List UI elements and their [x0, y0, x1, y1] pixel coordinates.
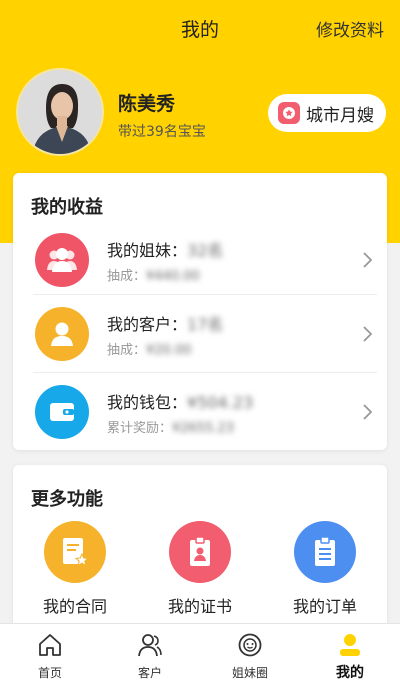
- group-icon: [35, 233, 89, 287]
- certificate-icon: [169, 521, 231, 583]
- tab-home-label: 首页: [37, 666, 62, 680]
- my-certificate-label: 我的证书: [167, 597, 232, 616]
- chevron-right-icon: [363, 326, 373, 342]
- badge-icon: [278, 102, 300, 124]
- commission-label: 抽成：: [107, 343, 147, 358]
- tab-customers[interactable]: 客户: [100, 624, 200, 685]
- tab-sisters-circle-label: 姐妹圈: [231, 666, 268, 680]
- babies-count: 带过39名宝宝: [118, 124, 206, 140]
- person-icon: [35, 307, 89, 361]
- customers-count: 17名: [187, 315, 224, 334]
- sisters-circle-icon: [238, 633, 262, 657]
- income-card: 我的收益 我的姐妹：32名 抽成：¥440.00 我的客户：17名 抽成：¥20…: [13, 173, 387, 450]
- tab-sisters-circle[interactable]: 姐妹圈: [200, 624, 300, 685]
- my-orders-button[interactable]: 我的订单: [275, 521, 375, 617]
- top-bar: 我的 修改资料: [0, 0, 400, 56]
- my-certificate-button[interactable]: 我的证书: [150, 521, 250, 617]
- wallet-label: 我的钱包：: [107, 393, 188, 412]
- tab-me-label: 我的: [336, 665, 364, 681]
- more-features-title: 更多功能: [31, 489, 103, 510]
- edit-profile-button[interactable]: 修改资料: [316, 16, 384, 41]
- wallet-icon: [35, 385, 89, 439]
- wallet-reward: ¥2655.23: [172, 421, 235, 436]
- me-icon: [340, 634, 360, 656]
- tab-me[interactable]: 我的: [300, 624, 400, 685]
- sisters-commission-line: 抽成：¥440.00: [107, 265, 200, 284]
- income-title: 我的收益: [31, 197, 103, 218]
- chevron-right-icon: [363, 404, 373, 420]
- customers-label-line: 我的客户：17名: [107, 311, 223, 335]
- wallet-label-line: 我的钱包：¥504.23: [107, 389, 253, 413]
- contract-icon: [44, 521, 106, 583]
- reward-label: 累计奖励：: [107, 421, 173, 436]
- bottom-tab-bar: 首页 客户 姐妹圈 我的: [0, 623, 400, 685]
- user-name: 陈美秀: [118, 93, 176, 115]
- customers-label: 我的客户：: [107, 315, 188, 334]
- sisters-commission: ¥440.00: [146, 269, 200, 284]
- wallet-balance: ¥504.23: [187, 393, 254, 412]
- income-row-customers[interactable]: 我的客户：17名 抽成：¥20.00: [13, 295, 387, 373]
- more-features-card: 更多功能 我的合同 我的证书 我的订单: [13, 465, 387, 635]
- avatar-photo: [18, 70, 102, 154]
- role-badge-label: 城市月嫂: [306, 105, 374, 126]
- income-row-sisters[interactable]: 我的姐妹：32名 抽成：¥440.00: [13, 221, 387, 299]
- customers-icon: [138, 634, 162, 657]
- sisters-label-line: 我的姐妹：32名: [107, 237, 223, 261]
- my-contract-button[interactable]: 我的合同: [25, 521, 125, 617]
- tab-home[interactable]: 首页: [0, 624, 100, 685]
- avatar[interactable]: [16, 68, 104, 156]
- sisters-count: 32名: [187, 241, 224, 260]
- chevron-right-icon: [363, 252, 373, 268]
- customers-commission-line: 抽成：¥20.00: [107, 339, 192, 358]
- sisters-label: 我的姐妹：: [107, 241, 188, 260]
- income-row-wallet[interactable]: 我的钱包：¥504.23 累计奖励：¥2655.23: [13, 373, 387, 451]
- order-icon: [294, 521, 356, 583]
- my-contract-label: 我的合同: [42, 597, 107, 616]
- tab-customers-label: 客户: [137, 666, 162, 680]
- commission-label: 抽成：: [107, 269, 147, 284]
- my-orders-label: 我的订单: [292, 597, 357, 616]
- wallet-reward-line: 累计奖励：¥2655.23: [107, 417, 234, 436]
- customers-commission: ¥20.00: [146, 343, 192, 358]
- home-icon: [39, 634, 61, 656]
- role-badge[interactable]: 城市月嫂: [268, 94, 386, 132]
